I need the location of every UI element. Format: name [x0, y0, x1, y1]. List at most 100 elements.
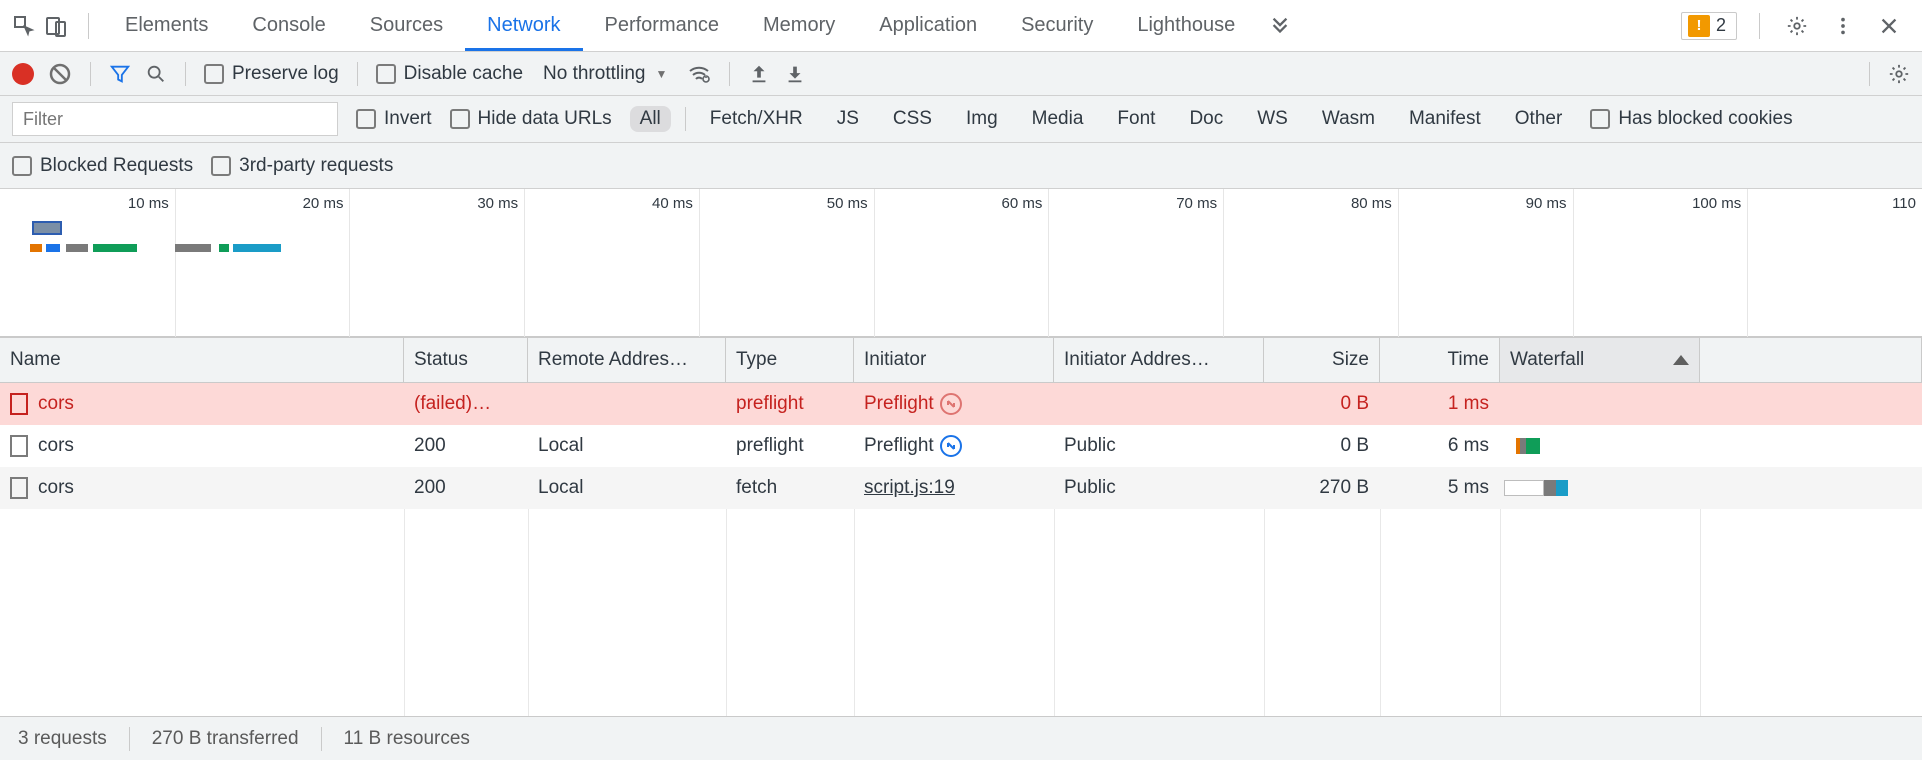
network-conditions-icon[interactable]: [687, 62, 711, 86]
tick-label: 30 ms: [477, 195, 524, 212]
network-toolbar: Preserve log Disable cache No throttling…: [0, 52, 1922, 96]
sort-asc-icon: [1673, 355, 1689, 365]
issues-badge[interactable]: ! 2: [1681, 12, 1737, 40]
tab-elements[interactable]: Elements: [103, 0, 230, 51]
tab-console[interactable]: Console: [230, 0, 347, 51]
col-waterfall[interactable]: Waterfall: [1500, 338, 1700, 382]
tab-security[interactable]: Security: [999, 0, 1115, 51]
type-filter-font[interactable]: Font: [1107, 106, 1165, 132]
throttling-value: No throttling: [543, 63, 645, 85]
tab-memory[interactable]: Memory: [741, 0, 857, 51]
clear-icon[interactable]: [48, 62, 72, 86]
type-filters: All Fetch/XHR JS CSS Img Media Font Doc WS Wasm Ma…: [630, 106, 1573, 132]
inspect-icon[interactable]: [10, 12, 38, 40]
close-icon[interactable]: [1876, 13, 1902, 39]
filter-funnel-icon[interactable]: [109, 63, 131, 85]
has-blocked-cookies-checkbox[interactable]: Has blocked cookies: [1590, 108, 1792, 130]
chevron-down-icon: ▼: [655, 67, 667, 81]
preserve-log-label: Preserve log: [232, 63, 339, 85]
preflight-icon: [940, 393, 962, 415]
preflight-icon: [940, 435, 962, 457]
tab-lighthouse[interactable]: Lighthouse: [1115, 0, 1257, 51]
file-icon: [10, 393, 28, 415]
col-initiator[interactable]: Initiator: [854, 338, 1054, 382]
col-iaddr[interactable]: Initiator Addres…: [1054, 338, 1264, 382]
table-row[interactable]: cors200LocalpreflightPreflightPublic0 B6…: [0, 425, 1922, 467]
type-filter-js[interactable]: JS: [827, 106, 869, 132]
type-filter-wasm[interactable]: Wasm: [1312, 106, 1385, 132]
type-filter-ws[interactable]: WS: [1247, 106, 1298, 132]
table-header: Name Status Remote Addres… Type Initiato…: [0, 337, 1922, 383]
tick-label: 100 ms: [1692, 195, 1747, 212]
upload-har-icon[interactable]: [748, 63, 770, 85]
col-time[interactable]: Time: [1380, 338, 1500, 382]
device-toggle-icon[interactable]: [42, 12, 70, 40]
table-body: cors(failed)…preflightPreflight0 B1 msco…: [0, 383, 1922, 716]
initiator-link[interactable]: script.js:19: [864, 477, 955, 499]
type-filter-img[interactable]: Img: [956, 106, 1008, 132]
tick-label: 40 ms: [652, 195, 699, 212]
file-icon: [10, 435, 28, 457]
tab-application[interactable]: Application: [857, 0, 999, 51]
hide-data-urls-checkbox[interactable]: Hide data URLs: [450, 108, 612, 130]
issues-count: 2: [1716, 15, 1726, 36]
status-transferred: 270 B transferred: [152, 728, 299, 750]
tab-sources[interactable]: Sources: [348, 0, 465, 51]
blocked-requests-checkbox[interactable]: Blocked Requests: [12, 155, 193, 177]
type-filter-css[interactable]: CSS: [883, 106, 942, 132]
filter-input[interactable]: [12, 102, 338, 136]
col-waterfall-spacer: [1700, 338, 1922, 382]
disable-cache-checkbox[interactable]: Disable cache: [376, 63, 523, 85]
invert-checkbox[interactable]: Invert: [356, 108, 432, 130]
overview-bars: [30, 239, 281, 247]
preserve-log-checkbox[interactable]: Preserve log: [204, 63, 339, 85]
type-filter-all[interactable]: All: [630, 106, 671, 132]
tick-label: 60 ms: [1002, 195, 1049, 212]
settings-gear-icon[interactable]: [1784, 13, 1810, 39]
tab-network[interactable]: Network: [465, 0, 582, 51]
panel-tabs: ElementsConsoleSourcesNetworkPerformance…: [103, 0, 1257, 51]
table-row[interactable]: cors200Localfetchscript.js:19Public270 B…: [0, 467, 1922, 509]
search-icon[interactable]: [145, 63, 167, 85]
tick-label: 90 ms: [1526, 195, 1573, 212]
status-resources: 11 B resources: [344, 728, 470, 750]
type-filter-fetch-xhr[interactable]: Fetch/XHR: [700, 106, 813, 132]
tab-more[interactable]: [1257, 0, 1303, 51]
disable-cache-label: Disable cache: [404, 63, 523, 85]
record-button[interactable]: [12, 63, 34, 85]
col-name[interactable]: Name: [0, 338, 404, 382]
col-status[interactable]: Status: [404, 338, 528, 382]
divider: [88, 13, 89, 39]
warning-icon: !: [1688, 15, 1710, 37]
file-icon: [10, 477, 28, 499]
kebab-menu-icon[interactable]: [1830, 13, 1856, 39]
tick-label: 70 ms: [1176, 195, 1223, 212]
requests-table: Name Status Remote Addres… Type Initiato…: [0, 337, 1922, 716]
col-size[interactable]: Size: [1264, 338, 1380, 382]
overview-timeline[interactable]: 10 ms 20 ms 30 ms 40 ms 50 ms 60 ms 70 ms 80 ms…: [0, 189, 1922, 337]
type-filter-other[interactable]: Other: [1505, 106, 1573, 132]
type-filter-doc[interactable]: Doc: [1179, 106, 1233, 132]
col-type[interactable]: Type: [726, 338, 854, 382]
tab-performance[interactable]: Performance: [583, 0, 742, 51]
tick-label: 80 ms: [1351, 195, 1398, 212]
download-har-icon[interactable]: [784, 63, 806, 85]
tick-label: 50 ms: [827, 195, 874, 212]
third-party-checkbox[interactable]: 3rd-party requests: [211, 155, 393, 177]
type-filter-media[interactable]: Media: [1022, 106, 1094, 132]
tick-label: 20 ms: [303, 195, 350, 212]
throttling-dropdown[interactable]: No throttling ▼: [537, 63, 673, 85]
panel-settings-gear-icon[interactable]: [1888, 63, 1910, 85]
status-bar: 3 requests 270 B transferred 11 B resour…: [0, 716, 1922, 760]
filter-bar: Invert Hide data URLs All Fetch/XHR JS CSS I…: [0, 96, 1922, 143]
type-filter-manifest[interactable]: Manifest: [1399, 106, 1491, 132]
table-row[interactable]: cors(failed)…preflightPreflight0 B1 ms: [0, 383, 1922, 425]
col-remote[interactable]: Remote Addres…: [528, 338, 726, 382]
overview-selection[interactable]: [32, 221, 62, 235]
tick-label: 110: [1892, 195, 1922, 212]
divider: [1759, 13, 1760, 39]
tick-label: 10 ms: [128, 195, 175, 212]
filter-bar-2: Blocked Requests 3rd-party requests: [0, 143, 1922, 189]
status-requests: 3 requests: [18, 728, 107, 750]
devtools-tabbar: ElementsConsoleSourcesNetworkPerformance…: [0, 0, 1922, 52]
